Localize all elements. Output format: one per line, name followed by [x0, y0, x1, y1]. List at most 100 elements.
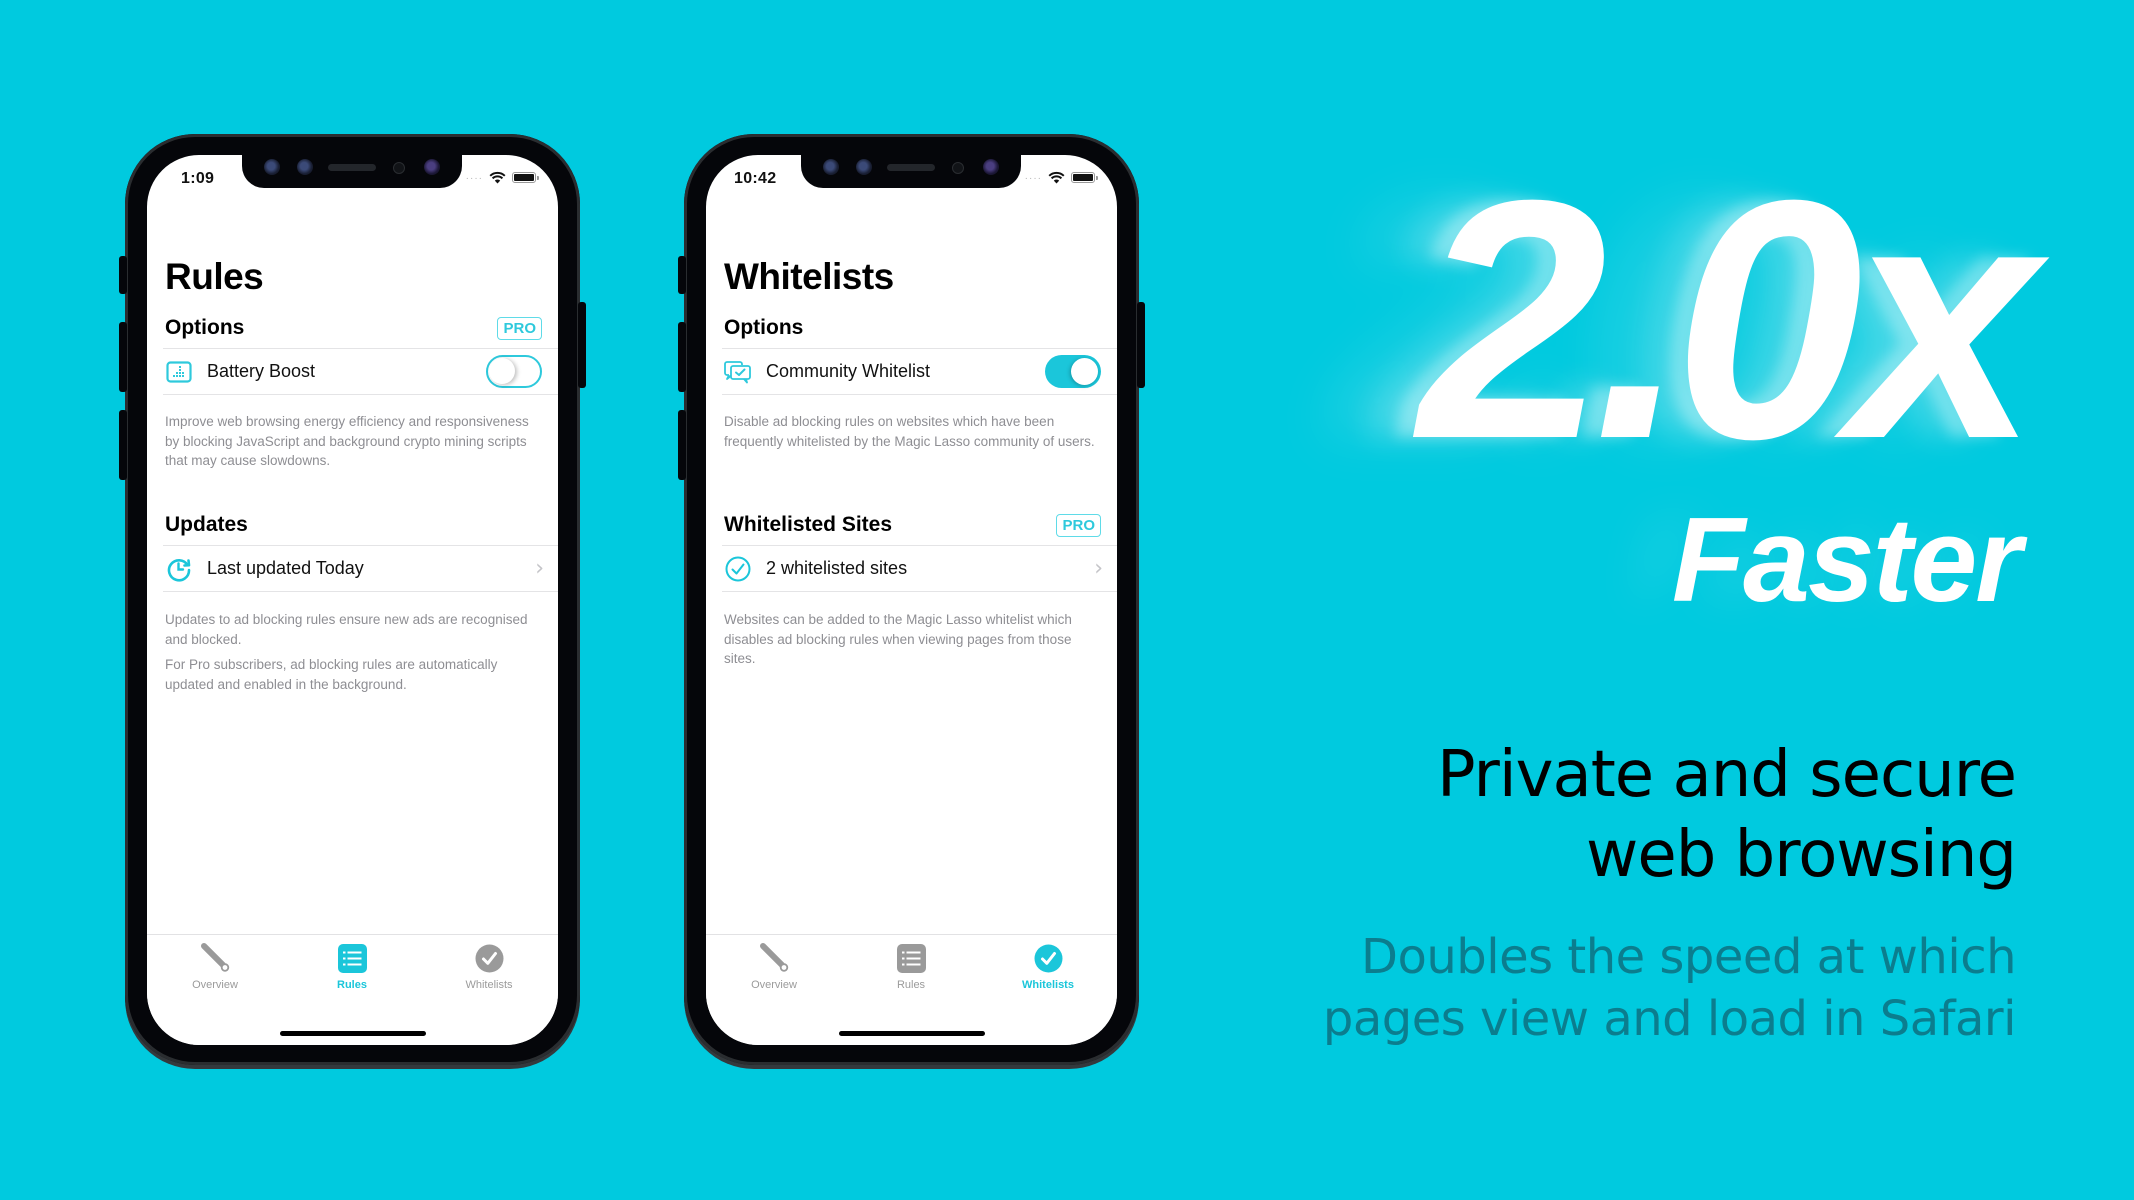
chevron-right-icon: › — [1094, 556, 1103, 581]
lasso-wand-icon — [714, 941, 834, 975]
mute-switch — [119, 256, 127, 294]
row-label: 2 whitelisted sites — [766, 558, 908, 578]
options-footnote: Improve web browsing energy efficiency a… — [165, 412, 542, 477]
phone-screen: 1:09 ···· Rules Options PRO Battery Boos… — [147, 155, 558, 1045]
tab-bar: Overview Rules Whitelists — [706, 934, 1117, 1045]
battery-boost-toggle[interactable] — [486, 355, 542, 388]
camera-icon — [424, 159, 440, 175]
row-label: Last updated Today — [207, 558, 364, 578]
headline-line: Private and secure — [1437, 738, 2017, 812]
tab-label: Rules — [337, 979, 367, 991]
mute-switch — [678, 256, 686, 294]
pro-badge[interactable]: PRO — [1056, 513, 1101, 537]
footnote-text: Improve web browsing energy efficiency a… — [165, 414, 529, 468]
section-header-whitelisted-sites: Whitelisted Sites PRO — [724, 510, 1101, 540]
footnote-text: Websites can be added to the Magic Lasso… — [724, 612, 1072, 666]
tab-whitelists[interactable]: Whitelists — [988, 941, 1108, 991]
tab-label: Overview — [751, 979, 797, 991]
lasso-wand-icon — [155, 941, 275, 975]
phone-rules: 1:09 ···· Rules Options PRO Battery Boos… — [119, 134, 586, 1065]
battery-icon — [1071, 171, 1098, 183]
speaker-grille — [887, 164, 935, 171]
speaker-grille — [328, 164, 376, 171]
status-indicators: ···· — [465, 170, 539, 184]
notch — [801, 155, 1021, 188]
options-footnote: Disable ad blocking rules on websites wh… — [724, 412, 1101, 457]
community-chat-check-icon — [724, 358, 752, 386]
section-label: Whitelisted Sites — [724, 513, 893, 536]
last-updated-row[interactable]: Last updated Today › — [163, 545, 558, 592]
subheadline: Doubles the speed at which pages view an… — [1322, 926, 2017, 1050]
tab-overview[interactable]: Overview — [155, 941, 275, 991]
power-button — [1137, 302, 1145, 388]
headline-line: web browsing — [1585, 818, 2017, 892]
status-time: 10:42 — [734, 170, 777, 187]
battery-icon — [512, 171, 539, 183]
section-header-options: Options — [724, 313, 1101, 343]
sensor-dot — [952, 162, 964, 174]
section-label: Options — [724, 316, 804, 339]
notch — [242, 155, 462, 188]
volume-up-button — [119, 322, 127, 392]
home-indicator[interactable] — [280, 1031, 426, 1036]
tab-label: Whitelists — [1022, 979, 1074, 991]
updates-footnote: Updates to ad blocking rules ensure new … — [165, 610, 542, 700]
tab-label: Rules — [896, 979, 926, 991]
toggle-knob — [489, 358, 515, 384]
page-title: Rules — [165, 256, 264, 297]
page-title: Whitelists — [724, 256, 894, 297]
tab-whitelists[interactable]: Whitelists — [429, 941, 549, 991]
phone-whitelists: 10:42 ···· Whitelists Options Community … — [678, 134, 1145, 1065]
sensor-dot — [393, 162, 405, 174]
checkmark-circle-icon — [988, 941, 1108, 975]
subheadline-line: Doubles the speed at which — [1361, 929, 2016, 985]
camera-icon — [264, 159, 280, 175]
chevron-right-icon: › — [535, 556, 544, 581]
phone-screen: 10:42 ···· Whitelists Options Community … — [706, 155, 1117, 1045]
wifi-icon — [1048, 171, 1065, 183]
list-icon — [851, 941, 971, 975]
signal-icon: ···· — [465, 173, 483, 184]
volume-down-button — [119, 410, 127, 480]
tab-rules[interactable]: Rules — [292, 941, 412, 991]
tab-label: Overview — [192, 979, 238, 991]
pro-badge[interactable]: PRO — [497, 316, 542, 340]
row-label: Battery Boost — [207, 361, 316, 381]
community-whitelist-toggle[interactable] — [1045, 355, 1101, 388]
footnote-text: For Pro subscribers, ad blocking rules a… — [165, 657, 498, 692]
faster-heading: Faster — [1671, 493, 2022, 627]
subheadline-line: pages view and load in Safari — [1322, 991, 2017, 1047]
toggle-knob — [1071, 358, 1098, 385]
speed-multiplier-heading: 2.0x — [1418, 130, 2038, 510]
checkmark-circle-outline-icon — [724, 555, 752, 583]
volume-up-button — [678, 322, 686, 392]
section-label: Options — [165, 316, 245, 339]
headline: Private and secure web browsing — [1437, 735, 2017, 895]
tab-bar: Overview Rules Whitelists — [147, 934, 558, 1045]
battery-boost-row[interactable]: Battery Boost — [163, 348, 558, 395]
whitelist-footnote: Websites can be added to the Magic Lasso… — [724, 610, 1101, 675]
section-label: Updates — [165, 513, 248, 536]
camera-icon — [823, 159, 839, 175]
camera-icon — [297, 159, 313, 175]
footnote-text: Disable ad blocking rules on websites wh… — [724, 414, 1095, 449]
section-header-updates: Updates — [165, 510, 542, 540]
power-button — [578, 302, 586, 388]
community-whitelist-row[interactable]: Community Whitelist — [722, 348, 1117, 395]
tab-overview[interactable]: Overview — [714, 941, 834, 991]
tab-label: Whitelists — [465, 979, 513, 991]
refresh-clock-icon — [165, 555, 193, 583]
volume-down-button — [678, 410, 686, 480]
tab-rules[interactable]: Rules — [851, 941, 971, 991]
signal-icon: ···· — [1024, 173, 1042, 184]
section-header-options: Options PRO — [165, 313, 542, 343]
whitelisted-sites-row[interactable]: 2 whitelisted sites › — [722, 545, 1117, 592]
row-label: Community Whitelist — [766, 361, 931, 381]
battery-boost-icon — [165, 358, 193, 386]
footnote-text: Updates to ad blocking rules ensure new … — [165, 612, 528, 647]
status-indicators: ···· — [1024, 170, 1098, 184]
home-indicator[interactable] — [839, 1031, 985, 1036]
camera-icon — [983, 159, 999, 175]
status-time: 1:09 — [181, 170, 215, 187]
list-icon — [292, 941, 412, 975]
